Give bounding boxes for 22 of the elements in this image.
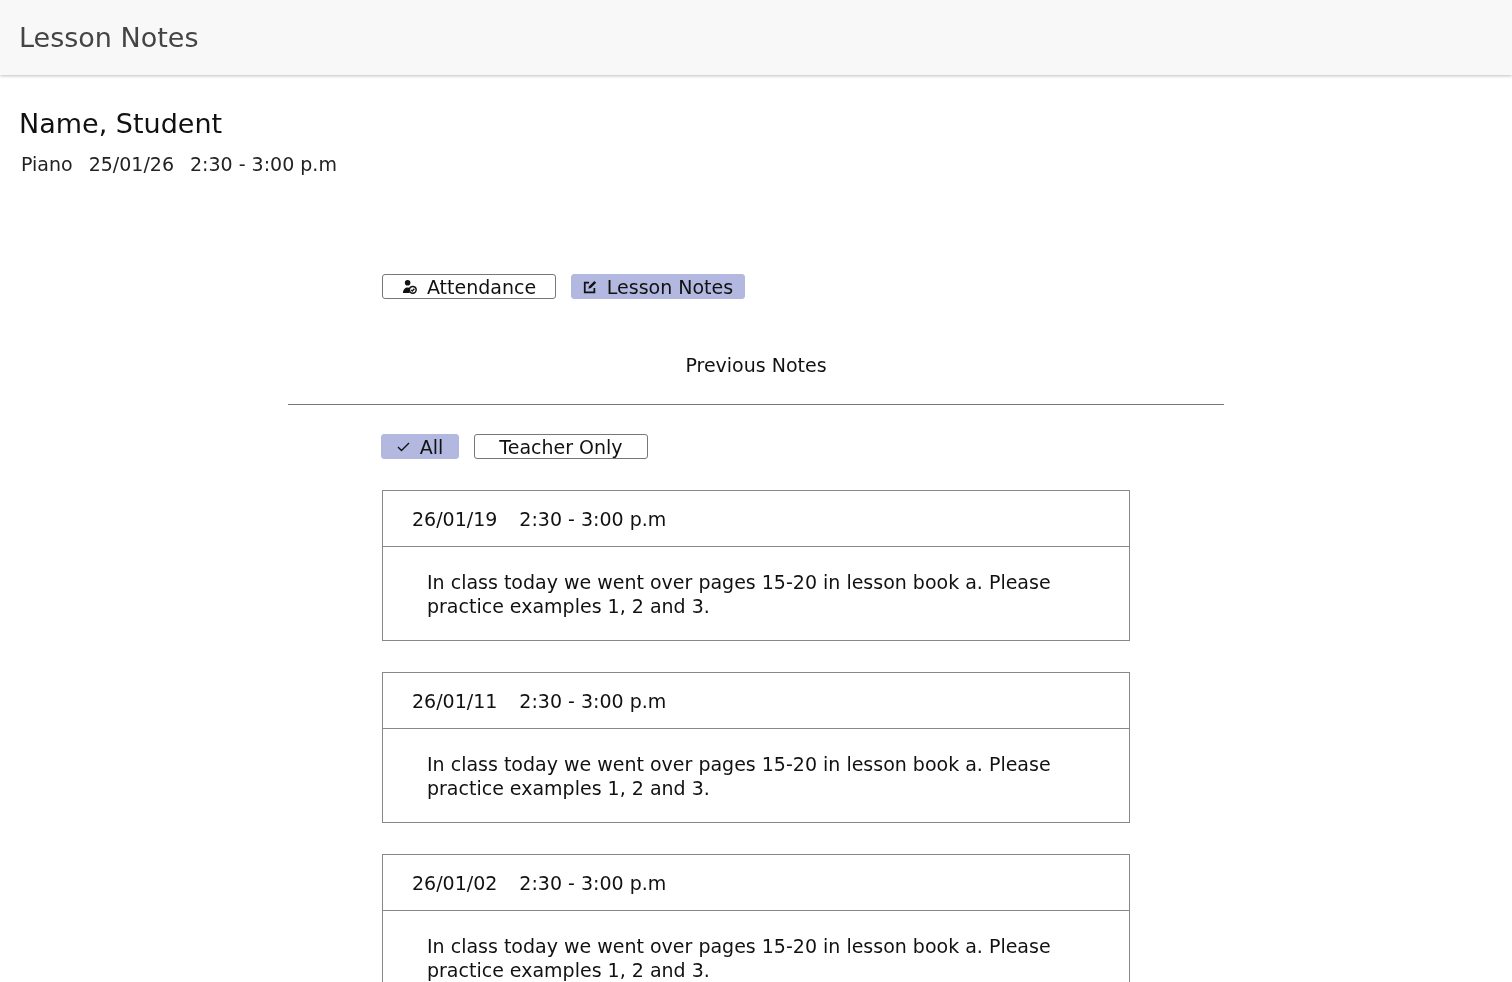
tab[interactable]: Attendance [382, 274, 556, 299]
note-text: In class today we went over pages 15-20 in lesson book a. Please practice examples 1, 2 and 3. [427, 752, 1052, 800]
lesson-detail: Piano [21, 153, 73, 175]
filter-chip[interactable]: Teacher Only [474, 434, 648, 459]
section-title: Previous Notes [685, 354, 827, 376]
note-text: In class today we went over pages 15-20 in lesson book a. Please practice examples 1, 2 and 3. [427, 934, 1052, 982]
page-title: Lesson Notes [19, 22, 199, 53]
note-time: 2:30 - 3:00 p.m [519, 689, 667, 712]
check-icon [396, 441, 410, 452]
lesson-detail: 25/01/26 [88, 153, 174, 175]
tab[interactable]: Lesson Notes [571, 274, 745, 299]
student-name: Name, Student [19, 108, 223, 139]
note-date: 26/01/11 [412, 689, 498, 712]
note-date: 26/01/02 [412, 871, 498, 894]
lesson-detail: 2:30 - 3:00 p.m [190, 153, 337, 175]
person-check-icon [401, 279, 417, 294]
note-text: In class today we went over pages 15-20 in lesson book a. Please practice examples 1, 2 and 3. [427, 570, 1052, 618]
note-time: 2:30 - 3:00 p.m [519, 507, 667, 530]
note-time: 2:30 - 3:00 p.m [519, 871, 667, 894]
note-date: 26/01/19 [412, 507, 498, 530]
edit-square-icon [582, 279, 597, 294]
filter-chip[interactable]: All [381, 434, 459, 459]
